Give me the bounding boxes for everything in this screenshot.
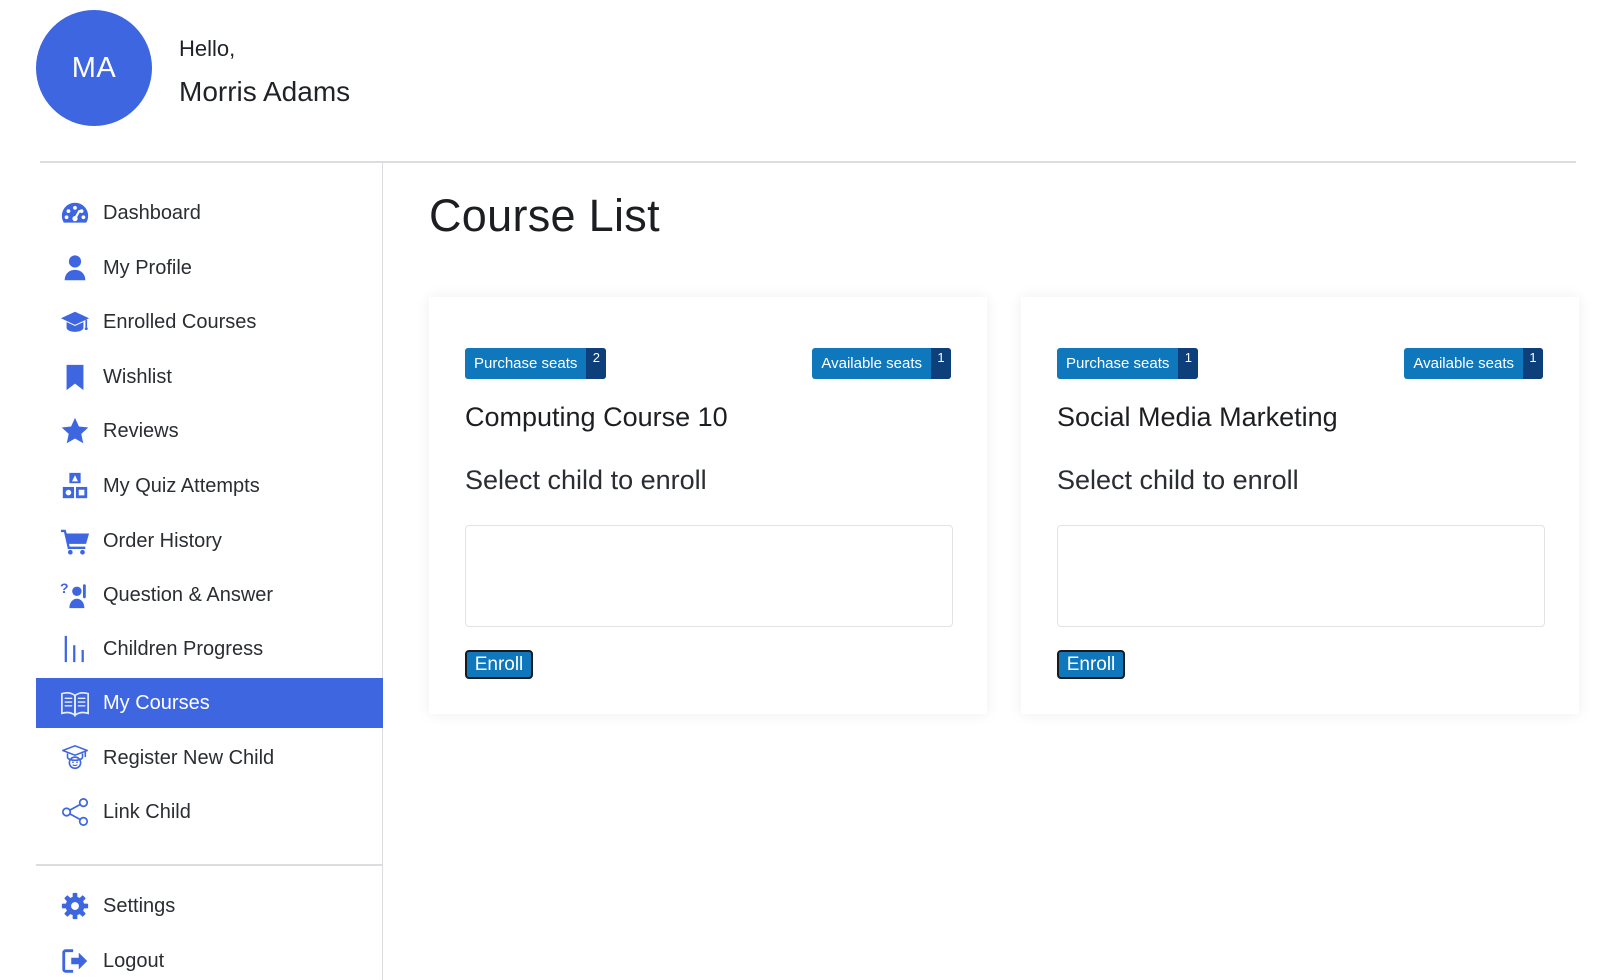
course-card: Purchase seats 2 Available seats 1 Compu… — [429, 297, 987, 714]
gear-icon — [58, 889, 92, 923]
sidebar-item-register-new-child[interactable]: Register New Child — [36, 733, 383, 783]
question-person-icon: ? — [58, 578, 92, 612]
sidebar-item-label: My Courses — [103, 691, 210, 714]
graduate-child-icon — [58, 741, 92, 775]
course-title: Computing Course 10 — [465, 402, 728, 432]
sidebar-item-label: My Profile — [103, 256, 192, 279]
sidebar-item-label: Link Child — [103, 800, 191, 823]
sidebar-item-label: Wishlist — [103, 365, 172, 388]
sidebar-item-label: Settings — [103, 894, 176, 917]
select-child-label: Select child to enroll — [465, 465, 707, 495]
badge-label: Available seats — [1413, 355, 1514, 372]
quiz-shapes-icon — [58, 469, 92, 503]
user-icon — [58, 251, 92, 285]
dashboard-gauge-icon — [58, 196, 92, 230]
header: MA Hello, Morris Adams — [0, 0, 1600, 163]
badge-count: 1 — [931, 348, 951, 379]
sidebar-item-label: Enrolled Courses — [103, 310, 257, 333]
badge-count: 1 — [1178, 348, 1199, 379]
sidebar-item-my-courses[interactable]: My Courses — [36, 678, 383, 728]
sidebar-item-settings[interactable]: Settings — [36, 881, 383, 931]
sidebar-item-label: Order History — [103, 529, 222, 552]
avatar[interactable]: MA — [36, 10, 152, 126]
badge-label: Available seats — [821, 355, 922, 372]
child-select-list[interactable] — [465, 525, 953, 627]
available-seats-badge: Available seats 1 — [1404, 348, 1543, 379]
sidebar-item-my-quiz-attempts[interactable]: My Quiz Attempts — [36, 461, 383, 511]
svg-text:?: ? — [60, 580, 69, 596]
course-title: Social Media Marketing — [1057, 402, 1338, 432]
page-title: Course List — [429, 190, 660, 241]
enroll-button[interactable]: Enroll — [465, 650, 533, 679]
child-select-list[interactable] — [1057, 525, 1545, 627]
bars-icon — [58, 632, 92, 666]
open-book-icon — [58, 686, 92, 720]
sidebar-divider — [36, 864, 383, 866]
sidebar-item-label: Question & Answer — [103, 583, 274, 606]
sidebar-item-label: Children Progress — [103, 637, 264, 660]
sidebar-item-wishlist[interactable]: Wishlist — [36, 352, 383, 402]
purchase-seats-badge: Purchase seats 1 — [1057, 348, 1199, 379]
purchase-seats-badge: Purchase seats 2 — [465, 348, 607, 379]
sidebar-item-label: Logout — [103, 949, 165, 972]
available-seats-badge: Available seats 1 — [812, 348, 951, 379]
sidebar-item-enrolled-courses[interactable]: Enrolled Courses — [36, 297, 383, 347]
bookmark-icon — [58, 360, 92, 394]
badge-count: 1 — [1523, 348, 1543, 379]
sidebar-item-logout[interactable]: Logout — [36, 936, 383, 980]
badge-label: Purchase seats — [1066, 355, 1170, 372]
page: MA Hello, Morris Adams Dashboard My Prof… — [0, 0, 1600, 980]
sidebar-item-link-child[interactable]: Link Child — [36, 787, 383, 837]
sidebar-item-reviews[interactable]: Reviews — [36, 406, 383, 456]
course-card: Purchase seats 1 Available seats 1 Socia… — [1021, 297, 1579, 714]
sidebar-item-question-answer[interactable]: ? Question & Answer — [36, 570, 383, 620]
sidebar-item-label: Reviews — [103, 419, 179, 442]
graduation-cap-icon — [58, 305, 92, 339]
star-icon — [58, 414, 92, 448]
greeting-text: Hello, — [179, 36, 236, 61]
sidebar-item-label: Dashboard — [103, 201, 201, 224]
sidebar: Dashboard My Profile Enrolled Courses Wi… — [0, 163, 383, 980]
sidebar-item-my-profile[interactable]: My Profile — [36, 243, 383, 293]
sidebar-item-children-progress[interactable]: Children Progress — [36, 624, 383, 674]
logout-icon — [58, 944, 92, 978]
sidebar-item-dashboard[interactable]: Dashboard — [36, 188, 383, 238]
badge-label: Purchase seats — [474, 355, 578, 372]
user-name: Morris Adams — [179, 76, 351, 107]
cart-icon — [58, 524, 92, 558]
sidebar-item-label: My Quiz Attempts — [103, 474, 260, 497]
sidebar-item-order-history[interactable]: Order History — [36, 516, 383, 566]
select-child-label: Select child to enroll — [1057, 465, 1299, 495]
share-icon — [58, 795, 92, 829]
enroll-button[interactable]: Enroll — [1057, 650, 1125, 679]
badge-count: 2 — [586, 348, 607, 379]
sidebar-item-label: Register New Child — [103, 746, 275, 769]
